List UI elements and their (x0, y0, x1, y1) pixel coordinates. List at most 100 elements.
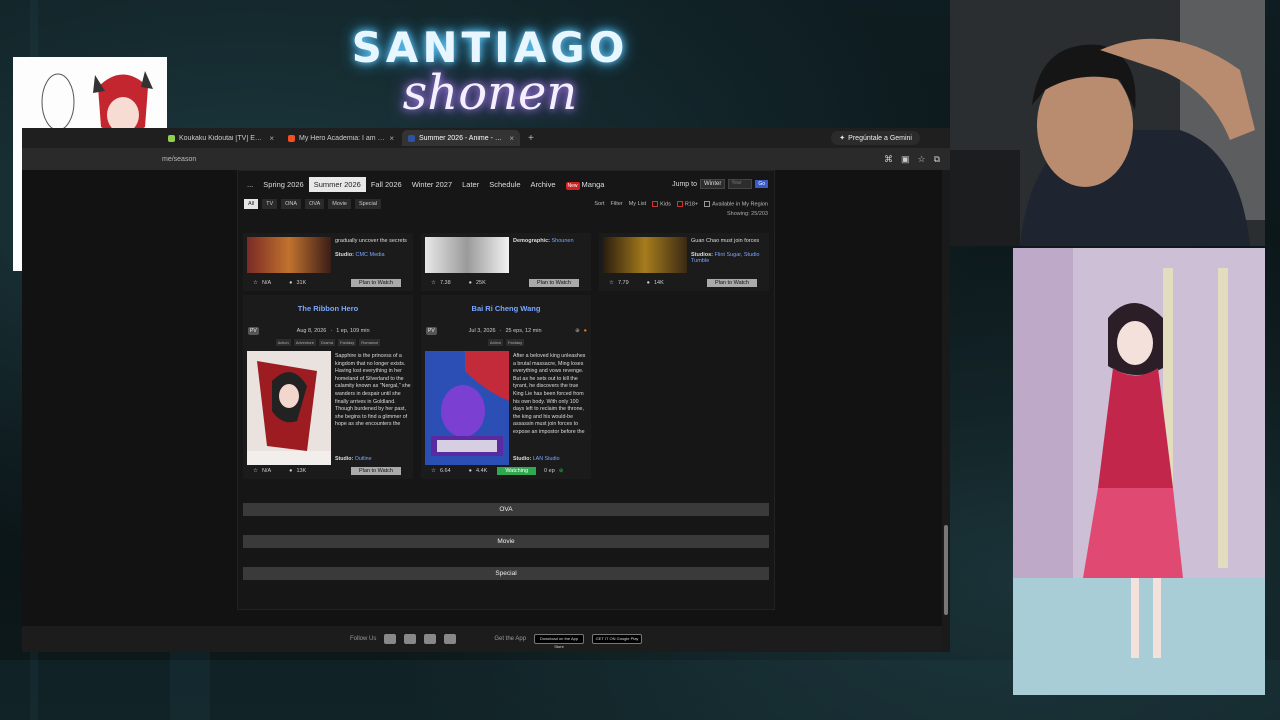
card-footer: ☆ 6.64 ● 4.4K Watching 0 ep ⊕ (421, 465, 591, 477)
tab-favicon (288, 134, 295, 142)
filter-dropdown[interactable]: Filter (610, 201, 622, 207)
filter-ona[interactable]: ONA (281, 199, 302, 209)
filter-movie[interactable]: Movie (328, 199, 351, 209)
anime-title[interactable]: The Ribbon Hero (243, 304, 413, 313)
discord-icon[interactable] (444, 634, 457, 644)
showing-count: Showing: 25/203 (727, 211, 768, 217)
close-icon[interactable]: × (509, 134, 514, 143)
tab-my-hero-academia[interactable]: My Hero Academia: I am a her... × (282, 130, 400, 146)
filter-all[interactable]: All (244, 199, 259, 209)
app-store-badge[interactable]: Download on the App Store (534, 634, 585, 649)
genre-tag[interactable]: Action (275, 339, 291, 346)
plan-to-watch-button[interactable]: Plan to Watch (706, 279, 757, 287)
kids-checkbox[interactable]: Kids (652, 200, 671, 208)
crunchyroll-icon[interactable]: ● (584, 328, 587, 334)
demographic-link[interactable]: Shounen (552, 238, 574, 244)
section-movie[interactable]: Movie (243, 535, 769, 548)
genre-tag[interactable]: Adventure (293, 339, 316, 346)
genre-tag[interactable]: Fantasy (338, 339, 357, 346)
studio-link[interactable]: Outline (355, 456, 372, 462)
translate-icon[interactable]: ⌘ (884, 154, 893, 165)
tab-koukaku-kidoutai[interactable]: Koukaku Kidoutai [TV] Episodi... × (162, 130, 280, 146)
anime-poster[interactable] (603, 237, 687, 273)
pv-button[interactable]: PV (248, 327, 259, 335)
card-footer: ☆ 7.79 ● 14K Plan to Watch (599, 277, 769, 289)
x-icon[interactable] (404, 634, 417, 644)
filter-tv[interactable]: TV (262, 199, 278, 209)
pv-button[interactable]: PV (426, 327, 437, 335)
anime-poster[interactable] (247, 351, 331, 465)
season-nav-archive[interactable]: Archive (526, 177, 561, 192)
star-icon: ☆ (609, 280, 614, 286)
increment-icon[interactable]: ⊕ (559, 468, 564, 474)
watching-button[interactable]: Watching (497, 467, 537, 475)
members: 14K (653, 280, 664, 286)
score: N/A (261, 468, 272, 474)
sort-dropdown[interactable]: Sort (594, 201, 604, 207)
season-nav-spring-2026[interactable]: Spring 2026 (258, 177, 308, 192)
r18-checkbox[interactable]: R18+ (676, 200, 699, 208)
facebook-icon[interactable] (384, 634, 397, 644)
card-footer: ☆ N/A ● 13K Plan to Watch (243, 465, 413, 477)
scrollbar-thumb[interactable] (944, 525, 948, 615)
gemini-label: Pregúntale a Gemini (848, 134, 912, 142)
season-select[interactable]: Winter (699, 179, 726, 189)
studio-label: Studio: (513, 456, 532, 462)
plan-to-watch-button[interactable]: Plan to Watch (350, 279, 401, 287)
season-nav-later[interactable]: Later (457, 177, 484, 192)
members: 4.4K (475, 468, 488, 474)
extension-icon[interactable]: ▣ (901, 154, 910, 165)
bookmark-star-icon[interactable]: ☆ (917, 154, 925, 165)
anime-poster[interactable] (247, 237, 331, 273)
season-nav-summer-2026[interactable]: Summer 2026 (308, 176, 366, 192)
anime-synopsis: Sapphire is the princess of a kingdom th… (335, 353, 411, 428)
section-ova[interactable]: OVA (243, 503, 769, 516)
score: 7.38 (439, 280, 451, 286)
filter-special[interactable]: Special (354, 199, 382, 209)
kids-label: Kids (660, 201, 671, 208)
my-list-dropdown[interactable]: My List (629, 201, 646, 207)
address-bar[interactable]: me/season ⌘ ▣ ☆ ⧉ (22, 148, 950, 170)
genre-tag[interactable]: Romance (359, 339, 381, 346)
instagram-icon[interactable] (424, 634, 437, 644)
mal-page: ... Spring 2026 Summer 2026 Fall 2026 Wi… (22, 170, 950, 652)
new-tab-button[interactable]: + (522, 133, 540, 144)
season-nav-fall-2026[interactable]: Fall 2026 (366, 177, 407, 192)
genre-tag[interactable]: Fantasy (505, 339, 525, 346)
anime-poster[interactable] (425, 351, 509, 465)
studio-link[interactable]: CMC Media (355, 252, 384, 258)
gemini-button[interactable]: ✦ Pregúntale a Gemini (831, 131, 920, 145)
extensions-icon[interactable]: ⧉ (934, 154, 940, 165)
tab-summer-2026[interactable]: Summer 2026 - Anime - MyAni... × (402, 130, 520, 146)
close-icon[interactable]: × (269, 134, 274, 143)
year-input[interactable]: Year (728, 179, 753, 189)
user-icon: ● (289, 280, 293, 286)
filter-ova[interactable]: OVA (305, 199, 325, 209)
close-icon[interactable]: × (389, 134, 394, 143)
genre-tag[interactable]: Action (487, 339, 503, 346)
region-label: Available in My Region (712, 201, 768, 208)
google-play-badge[interactable]: GET IT ON Google Play (592, 634, 643, 644)
episodes: 1 ep, 109 min (336, 328, 370, 334)
season-nav-schedule[interactable]: Schedule (484, 177, 525, 192)
r18-label: R18+ (684, 201, 699, 208)
section-special[interactable]: Special (243, 567, 769, 580)
page-scrollbar[interactable] (942, 170, 950, 652)
genre-tag[interactable]: Drama (318, 339, 335, 346)
divider: · (330, 328, 333, 334)
episode-progress[interactable]: 0 ep (544, 468, 555, 474)
season-nav-winter-2027[interactable]: Winter 2027 (407, 177, 457, 192)
webcam-feed (950, 0, 1265, 246)
region-checkbox[interactable]: Available in My Region (704, 200, 768, 208)
add-icon[interactable]: ⊕ (575, 328, 580, 334)
anime-poster[interactable] (425, 237, 509, 273)
plan-to-watch-button[interactable]: Plan to Watch (528, 279, 579, 287)
plan-to-watch-button[interactable]: Plan to Watch (350, 467, 401, 475)
season-nav-more[interactable]: ... (242, 177, 258, 192)
go-button[interactable]: Go (755, 180, 768, 188)
tab-favicon (168, 134, 175, 142)
manga-link[interactable]: New Manga (561, 177, 610, 192)
studio-link[interactable]: LAN Studio (533, 456, 560, 462)
anime-title[interactable]: Bai Ri Cheng Wang (421, 304, 591, 313)
genre-list: Action Adventure Drama Fantasy Romance (243, 339, 413, 346)
